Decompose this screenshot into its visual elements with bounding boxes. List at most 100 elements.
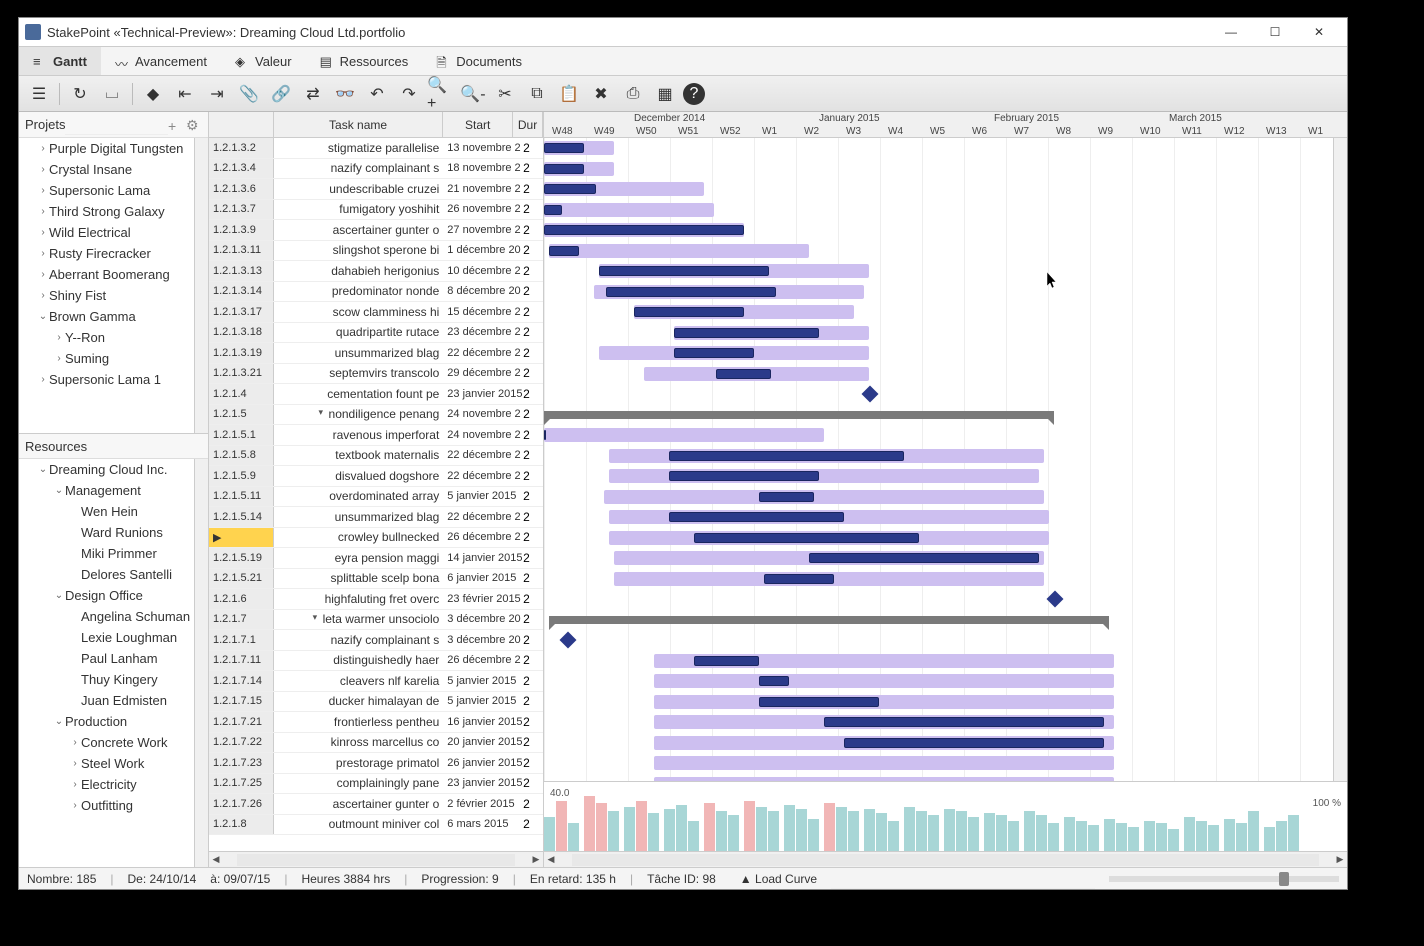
task-bar[interactable] [544, 205, 562, 215]
task-row[interactable]: 1.2.1.6highfaluting fret overc23 février… [209, 589, 543, 610]
task-row[interactable]: 1.2.1.3.17scow clamminess hi15 décembre … [209, 302, 543, 323]
task-row[interactable]: 1.2.1.3.4nazify complainant s18 novembre… [209, 159, 543, 180]
project-item[interactable]: ›Y--Ron [19, 327, 208, 348]
tab-avancement[interactable]: 〰Avancement [101, 47, 221, 75]
task-bar[interactable] [674, 328, 819, 338]
grid-hscroll[interactable]: ◀▶ [209, 851, 543, 867]
summary-bar[interactable] [549, 616, 1109, 624]
gantt-row[interactable] [544, 446, 1347, 467]
task-row[interactable]: 1.2.1.7▾leta warmer unsociolo3 décembre … [209, 610, 543, 631]
project-item[interactable]: ›Rusty Firecracker [19, 243, 208, 264]
gantt-row[interactable] [544, 507, 1347, 528]
task-bar[interactable] [544, 225, 744, 235]
undo-icon[interactable]: ↶ [363, 80, 391, 108]
task-bar[interactable] [824, 717, 1104, 727]
task-row[interactable]: 1.2.1.4cementation fount pe23 janvier 20… [209, 384, 543, 405]
gantt-row[interactable] [544, 774, 1347, 782]
task-row[interactable]: 1.2.1.5.11overdominated array5 janvier 2… [209, 487, 543, 508]
resources-tree[interactable]: ⌄Dreaming Cloud Inc.⌄ManagementWen HeinW… [19, 459, 208, 867]
task-bar[interactable] [759, 676, 789, 686]
resource-item[interactable]: Delores Santelli [19, 564, 208, 585]
resource-item[interactable]: ›Outfitting [19, 795, 208, 816]
col-task-name[interactable]: Task name [274, 112, 443, 137]
summary-bar[interactable] [544, 411, 1054, 419]
task-bar[interactable] [544, 430, 546, 440]
resource-item[interactable]: Lexie Loughman [19, 627, 208, 648]
gantt-hscroll[interactable]: ◀▶ [544, 851, 1347, 867]
project-item[interactable]: ›Aberrant Boomerang [19, 264, 208, 285]
indent-icon[interactable]: ⇥ [203, 80, 231, 108]
gantt-row[interactable] [544, 343, 1347, 364]
task-bar[interactable] [599, 266, 769, 276]
gantt-row[interactable] [544, 630, 1347, 651]
resource-item[interactable]: ›Concrete Work [19, 732, 208, 753]
gantt-row[interactable] [544, 548, 1347, 569]
swap-icon[interactable]: ⇄ [299, 80, 327, 108]
project-item[interactable]: ›Suming [19, 348, 208, 369]
task-row[interactable]: 1.2.1.7.23prestorage primatol26 janvier … [209, 753, 543, 774]
copy-icon[interactable]: ⧉ [523, 80, 551, 108]
gantt-row[interactable] [544, 323, 1347, 344]
task-row[interactable]: 1.2.1.5.14unsummarized blag22 décembre 2… [209, 507, 543, 528]
project-item[interactable]: ›Supersonic Lama [19, 180, 208, 201]
grid-icon[interactable]: ▦ [651, 80, 679, 108]
task-row[interactable]: 1.2.1.5.1ravenous imperforat24 novembre … [209, 425, 543, 446]
zoom-slider[interactable] [1109, 876, 1339, 882]
gantt-row[interactable] [544, 733, 1347, 754]
project-item[interactable]: ›Wild Electrical [19, 222, 208, 243]
task-row[interactable]: 1.2.1.8outmount miniver col6 mars 20152 [209, 815, 543, 836]
resource-item[interactable]: ⌄Production [19, 711, 208, 732]
projects-scrollbar[interactable] [194, 138, 208, 433]
resource-item[interactable]: ›Steel Work [19, 753, 208, 774]
project-item[interactable]: ⌄Brown Gamma [19, 306, 208, 327]
paste-icon[interactable]: 📋 [555, 80, 583, 108]
task-bar[interactable] [809, 553, 1039, 563]
tray-icon[interactable]: ⌴ [98, 80, 126, 108]
task-row[interactable]: 1.2.1.7.22kinross marcellus co20 janvier… [209, 733, 543, 754]
gantt-row[interactable] [544, 241, 1347, 262]
task-bar[interactable] [716, 369, 771, 379]
project-item[interactable]: ›Purple Digital Tungsten [19, 138, 208, 159]
gantt-row[interactable] [544, 282, 1347, 303]
gantt-body[interactable] [544, 138, 1347, 781]
task-bar[interactable] [759, 697, 879, 707]
gantt-row[interactable] [544, 589, 1347, 610]
task-row[interactable]: 1.2.1.5.8textbook maternalis22 décembre … [209, 446, 543, 467]
add-project-icon[interactable]: + [168, 118, 182, 132]
milestone[interactable] [862, 386, 879, 403]
zoom-out-icon[interactable]: 🔍- [459, 80, 487, 108]
task-row[interactable]: 1.2.1.7.25complainingly pane23 janvier 2… [209, 774, 543, 795]
task-row[interactable]: 1.2.1.7.26ascertainer gunter o2 février … [209, 794, 543, 815]
task-row[interactable]: 1.2.1.3.9ascertainer gunter o27 novembre… [209, 220, 543, 241]
task-row[interactable]: 1.2.1.7.11distinguishedly haer26 décembr… [209, 651, 543, 672]
tab-valeur[interactable]: ◈Valeur [221, 47, 306, 75]
task-bar[interactable] [694, 656, 759, 666]
attach-icon[interactable]: 📎 [235, 80, 263, 108]
task-row[interactable]: 1.2.1.5▾nondiligence penang24 novembre 2… [209, 405, 543, 426]
gantt-row[interactable] [544, 220, 1347, 241]
milestone[interactable] [1047, 591, 1064, 608]
tab-gantt[interactable]: ≡Gantt [19, 47, 101, 75]
task-bar[interactable] [669, 512, 844, 522]
gantt-row[interactable] [544, 261, 1347, 282]
task-row[interactable]: 1.2.1.3.19unsummarized blag22 décembre 2… [209, 343, 543, 364]
help-icon[interactable]: ? [683, 83, 705, 105]
gantt-row[interactable] [544, 671, 1347, 692]
task-row[interactable]: 1.2.1.5.21splittable scelp bona6 janvier… [209, 569, 543, 590]
maximize-button[interactable]: ☐ [1253, 20, 1297, 44]
task-bar[interactable] [669, 451, 904, 461]
task-bar[interactable] [544, 184, 596, 194]
task-bar[interactable] [844, 738, 1104, 748]
minimize-button[interactable]: — [1209, 20, 1253, 44]
resource-item[interactable]: Wen Hein [19, 501, 208, 522]
gantt-row[interactable] [544, 692, 1347, 713]
task-row[interactable]: 1.2.1.3.6undescribable cruzei21 novembre… [209, 179, 543, 200]
project-item[interactable]: ›Supersonic Lama 1 [19, 369, 208, 390]
task-row[interactable]: 1.2.1.7.15ducker himalayan de5 janvier 2… [209, 692, 543, 713]
resources-scrollbar[interactable] [194, 459, 208, 867]
resource-item[interactable]: Angelina Schuman [19, 606, 208, 627]
task-row[interactable]: 1.2.1.3.13dahabieh herigonius10 décembre… [209, 261, 543, 282]
gantt-timeline-header[interactable]: December 2014January 2015February 2015Ma… [544, 112, 1347, 138]
task-bar[interactable] [634, 307, 744, 317]
task-row[interactable]: 1.2.1.3.7fumigatory yoshihit26 novembre … [209, 200, 543, 221]
